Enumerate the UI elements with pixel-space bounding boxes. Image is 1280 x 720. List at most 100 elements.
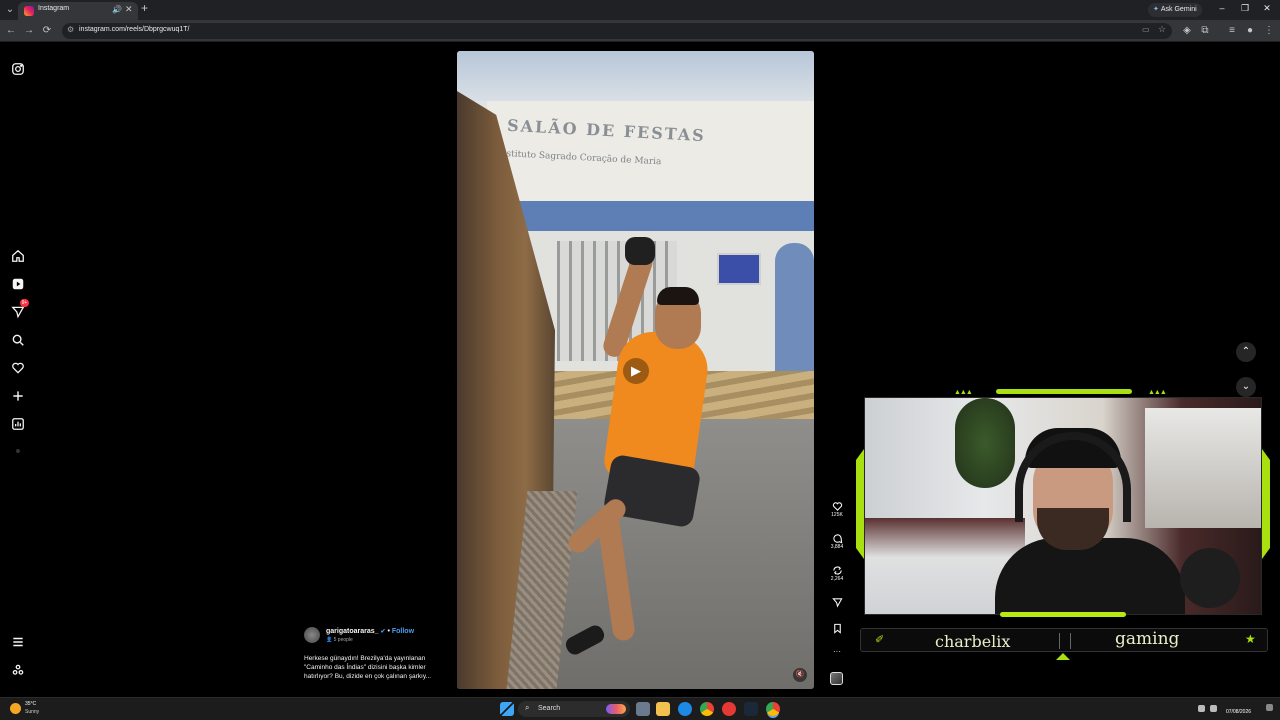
file-explorer-icon[interactable] (656, 702, 670, 716)
search-highlight-art (606, 704, 626, 714)
repost-action[interactable]: 2,264 (827, 563, 847, 582)
app-red-icon[interactable] (722, 702, 736, 716)
streamer-name-left: charbelix (935, 632, 1011, 651)
reel-video[interactable]: SALÃO DE FESTAS Instituto Sagrado Coraçã… (457, 51, 814, 689)
notifications-heart-icon[interactable] (9, 359, 27, 377)
profile-dot-icon[interactable] (16, 449, 20, 453)
frame-chevrons-left: ▲▲▲ (954, 389, 973, 396)
taskbar-search-box[interactable]: ⌕ Search (518, 701, 630, 717)
chrome-active-icon[interactable] (766, 702, 780, 716)
browser-toolbar: ← → ⟳ ⚙ instagram.com/reels/Dbprgcwuq1T/… (0, 20, 1280, 42)
save-action[interactable] (827, 621, 847, 634)
webcam-shelf (1145, 408, 1261, 528)
frame-left-accent (856, 449, 864, 559)
reels-icon[interactable] (9, 275, 27, 293)
play-icon[interactable]: ▶ (623, 358, 649, 384)
edge-browser-icon[interactable] (678, 702, 692, 716)
author-line: garigatoararas_ ✔ • Follow (326, 628, 414, 635)
install-app-icon[interactable]: ▭ (1142, 25, 1150, 34)
task-view-icon[interactable] (636, 702, 650, 716)
like-action[interactable]: 125K (827, 499, 847, 518)
forward-button[interactable]: → (22, 24, 36, 38)
browser-tab-bar: ⌄ Instagram 🔊 ✕ + ✦ Ask Gemini – ❐ ✕ (0, 0, 1280, 20)
building-plaque (717, 253, 761, 285)
messages-icon[interactable]: 9+ (9, 299, 29, 321)
weather-sun-icon[interactable] (10, 703, 21, 714)
streamer-body (995, 538, 1185, 614)
like-heart-icon[interactable] (827, 499, 847, 511)
meta-apps-icon[interactable] (9, 661, 27, 679)
profile-avatar-icon[interactable]: ● (1243, 24, 1257, 38)
more-menu-icon[interactable] (9, 633, 27, 651)
share-action[interactable] (827, 595, 847, 608)
windows-start-icon[interactable] (500, 702, 514, 716)
back-button[interactable]: ← (4, 24, 18, 38)
address-bar[interactable]: ⚙ instagram.com/reels/Dbprgcwuq1T/ ▭ ☆ (62, 23, 1172, 39)
chrome-icon[interactable] (700, 702, 714, 716)
tab-search-icon[interactable]: ⌄ (3, 3, 17, 17)
tray-volume-icon[interactable] (1210, 705, 1217, 712)
tray-network-icon[interactable] (1198, 705, 1205, 712)
name-divider (1059, 633, 1071, 649)
minimize-window-icon[interactable]: – (1215, 3, 1229, 13)
taskbar-search-icon: ⌕ (525, 703, 530, 712)
taskbar-search-label: Search (538, 705, 561, 712)
tab-strip-icon[interactable]: ≡ (1225, 24, 1239, 38)
notification-center-icon[interactable] (1266, 704, 1273, 711)
create-plus-icon[interactable] (9, 387, 27, 405)
follow-button[interactable]: Follow (392, 628, 414, 635)
instagram-favicon-icon (24, 6, 34, 16)
followed-by-note[interactable]: 👤 5 people (326, 637, 353, 643)
repost-icon[interactable] (827, 563, 847, 575)
man-hair (657, 287, 699, 305)
dashboard-icon[interactable] (9, 415, 27, 433)
tab-title: Instagram (38, 5, 70, 12)
pencil-icon: ✐ (875, 634, 885, 646)
ask-gemini-button[interactable]: ✦ Ask Gemini (1148, 3, 1202, 17)
extension-puzzle-icon[interactable]: ⧉ (1198, 24, 1212, 38)
tab-instagram[interactable]: Instagram 🔊 ✕ (18, 2, 138, 20)
webcam-feed (864, 397, 1262, 615)
tab-close-icon[interactable]: ✕ (125, 4, 133, 15)
site-info-icon[interactable]: ⚙ (67, 25, 74, 34)
building-door (775, 243, 814, 373)
author-avatar[interactable] (304, 627, 320, 643)
video-sky (457, 51, 814, 101)
notification-badge: 9+ (20, 299, 29, 307)
previous-reel-chevron-up-icon[interactable]: ⌃ (1236, 342, 1256, 362)
home-icon[interactable] (9, 247, 27, 265)
close-window-icon[interactable]: ✕ (1260, 3, 1274, 14)
new-tab-button[interactable]: + (141, 1, 148, 15)
author-username[interactable]: garigatoararas_ (326, 628, 379, 635)
browser-menu-icon[interactable]: ⋮ (1262, 24, 1276, 38)
streamer-microphone (1180, 548, 1240, 608)
tab-audio-icon[interactable]: 🔊 (112, 5, 122, 14)
bookmark-icon[interactable] (827, 621, 847, 634)
weather-condition[interactable]: Sunny (25, 709, 39, 715)
gemini-sparkle-icon: ✦ (1153, 6, 1159, 13)
steam-icon[interactable] (744, 702, 758, 716)
extensions-icon[interactable]: ◈ (1180, 24, 1194, 38)
share-send-icon[interactable] (827, 595, 847, 608)
ask-gemini-label: Ask Gemini (1160, 6, 1197, 13)
mute-icon[interactable]: 🔇 (793, 668, 807, 682)
comment-bubble-icon[interactable] (827, 531, 847, 544)
streamer-name-bar: ✐ charbelix gaming ★ (860, 628, 1268, 652)
comment-count: 3,884 (830, 544, 844, 550)
maximize-window-icon[interactable]: ❐ (1238, 3, 1252, 14)
url-text[interactable]: instagram.com/reels/Dbprgcwuq1T/ (79, 26, 190, 33)
building-blue-stripe (487, 201, 814, 231)
bookmark-star-icon[interactable]: ☆ (1158, 24, 1166, 35)
reload-button[interactable]: ⟳ (40, 24, 54, 38)
weather-temperature[interactable]: 35°C (25, 701, 36, 707)
comment-action[interactable]: 3,884 (827, 531, 847, 550)
more-options-icon[interactable]: ··· (827, 647, 847, 656)
search-icon[interactable] (9, 331, 27, 349)
streamer-name-right: gaming (1115, 629, 1180, 649)
star-icon: ★ (1245, 632, 1256, 646)
audio-thumbnail[interactable] (830, 672, 843, 685)
like-count: 125K (831, 512, 843, 518)
caption-text[interactable]: Herkese günaydın! Brezilya'da yayınlanan… (304, 654, 452, 681)
tray-date[interactable]: 07/08/2026 (1226, 709, 1251, 715)
instagram-logo-icon[interactable] (9, 60, 27, 78)
